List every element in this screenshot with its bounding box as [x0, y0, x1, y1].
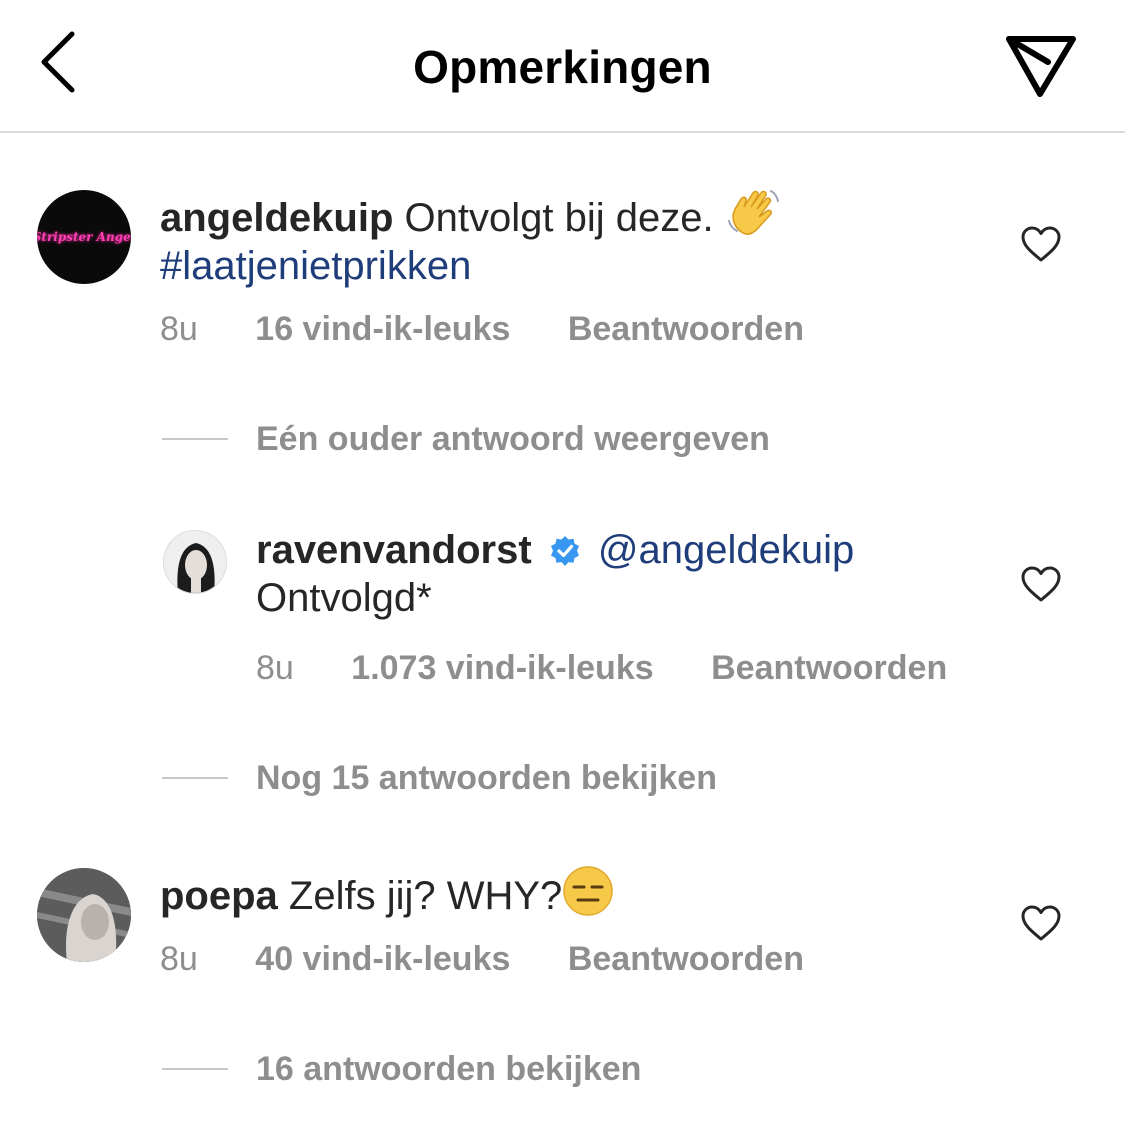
heart-outline-icon	[1021, 226, 1061, 262]
thread-line	[162, 1068, 228, 1070]
paper-plane-icon	[1006, 36, 1076, 97]
waving-hand-emoji	[727, 190, 779, 236]
likes-count[interactable]: 40 vind-ik-leuks	[255, 940, 510, 978]
avatar[interactable]	[163, 530, 227, 594]
thread-line	[162, 438, 228, 440]
header-bar: Opmerkingen	[0, 0, 1125, 133]
comment-username[interactable]: angeldekuip	[160, 196, 393, 240]
mention-link[interactable]: @angeldekuip	[598, 528, 854, 572]
expressionless-face-emoji	[563, 866, 614, 916]
view-replies-label: Eén ouder antwoord weergeven	[256, 419, 770, 458]
likes-count[interactable]: 16 vind-ik-leuks	[255, 310, 510, 348]
page-title: Opmerkingen	[413, 41, 712, 93]
reply-body: ravenvandorst @angeldekuip Ontvolgd*	[256, 526, 996, 622]
thread-line	[162, 777, 228, 779]
view-replies-label: Nog 15 antwoorden bekijken	[256, 758, 717, 797]
view-older-reply[interactable]: Eén ouder antwoord weergeven	[162, 415, 770, 463]
reply-text: Ontvolgd*	[256, 576, 432, 620]
reply-button[interactable]: Beantwoorden	[568, 940, 804, 978]
share-button[interactable]	[1002, 30, 1080, 100]
comment-time: 8u	[160, 940, 198, 978]
avatar-portrait	[164, 531, 226, 593]
verified-badge-icon	[550, 536, 579, 566]
avatar[interactable]	[37, 868, 131, 962]
avatar-logo-text: Stripster Angel	[37, 230, 131, 244]
reply-button[interactable]: Beantwoorden	[568, 310, 804, 348]
heart-outline-icon	[1021, 905, 1061, 941]
reply-button[interactable]: Beantwoorden	[711, 649, 947, 687]
comment-time: 8u	[160, 310, 198, 348]
view-replies-label: 16 antwoorden bekijken	[256, 1049, 642, 1088]
like-button[interactable]	[1020, 565, 1062, 603]
view-replies[interactable]: 16 antwoorden bekijken	[162, 1045, 641, 1093]
heart-outline-icon	[1021, 566, 1061, 602]
hashtag-link[interactable]: #laatjenietprikken	[160, 244, 471, 288]
avatar[interactable]: Stripster Angel	[37, 190, 131, 284]
comment-text: Zelfs jij? WHY?	[288, 874, 563, 918]
avatar-photo	[37, 868, 131, 962]
comment-body: poepa Zelfs jij? WHY?	[160, 865, 980, 920]
comment-meta: 8u 16 vind-ik-leuks Beantwoorden	[160, 310, 852, 349]
reply-time: 8u	[256, 649, 294, 687]
comment-text: Ontvolgt bij deze.	[404, 196, 714, 240]
reply-meta: 8u 1.073 vind-ik-leuks Beantwoorden	[256, 649, 995, 688]
like-button[interactable]	[1020, 904, 1062, 942]
likes-count[interactable]: 1.073 vind-ik-leuks	[351, 649, 653, 687]
comment-body: angeldekuip Ontvolgt bij deze. #laatjeni…	[160, 187, 980, 290]
comment-meta: 8u 40 vind-ik-leuks Beantwoorden	[160, 940, 852, 979]
view-more-replies[interactable]: Nog 15 antwoorden bekijken	[162, 754, 717, 802]
like-button[interactable]	[1020, 225, 1062, 263]
reply-username[interactable]: ravenvandorst	[256, 528, 532, 572]
comment-username[interactable]: poepa	[160, 874, 278, 918]
